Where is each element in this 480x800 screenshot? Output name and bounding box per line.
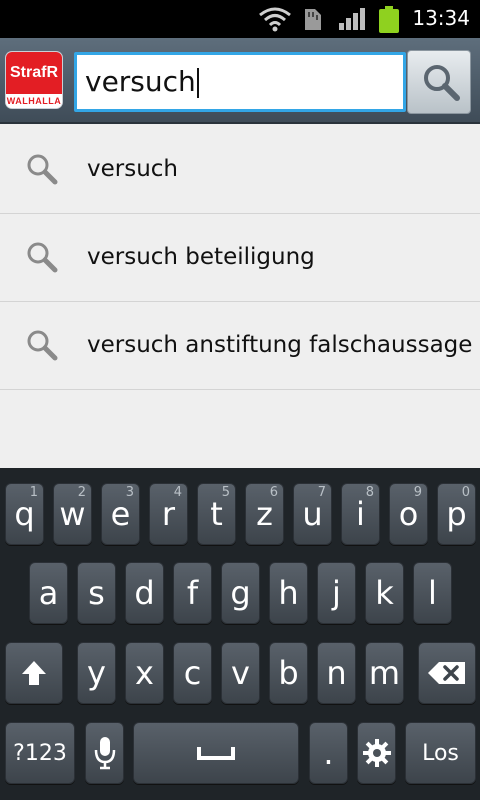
key-j[interactable]: j [317, 562, 356, 624]
key-b[interactable]: b [269, 642, 308, 704]
delete-key[interactable] [418, 642, 476, 704]
shift-arrow-icon [6, 643, 62, 703]
search-icon [24, 239, 60, 279]
search-icon [24, 151, 60, 191]
status-bar: 13:34 [0, 0, 480, 38]
text-caret [196, 68, 199, 98]
mic-key[interactable] [85, 722, 124, 784]
key-g[interactable]: g [221, 562, 260, 624]
search-icon [421, 62, 461, 106]
suggestion-item[interactable]: versuch anstiftung falschaussage [0, 302, 480, 390]
logo-subtext: WALHALLA [6, 94, 62, 108]
suggestion-label: versuch [87, 156, 179, 182]
sd-card-icon [303, 6, 323, 36]
backspace-icon [419, 643, 475, 703]
key-c[interactable]: c [173, 642, 212, 704]
key-z[interactable]: 6z [245, 483, 284, 545]
key-o[interactable]: 9o [389, 483, 428, 545]
symbols-key[interactable]: ?123 [5, 722, 75, 784]
app-logo[interactable]: StrafR WALHALLA [6, 52, 62, 108]
search-input[interactable]: versuch [74, 52, 406, 112]
search-input-value: versuch [85, 65, 196, 98]
shift-key[interactable] [5, 642, 63, 704]
key-n[interactable]: n [317, 642, 356, 704]
key-u[interactable]: 7u [293, 483, 332, 545]
battery-icon [378, 6, 400, 38]
space-icon [134, 723, 298, 783]
key-i[interactable]: 8i [341, 483, 380, 545]
suggestion-label: versuch anstiftung falschaussage [87, 332, 473, 358]
search-bar: StrafR WALHALLA versuch [0, 38, 480, 124]
key-l[interactable]: l [413, 562, 452, 624]
key-m[interactable]: m [365, 642, 404, 704]
key-t[interactable]: 5t [197, 483, 236, 545]
signal-icon [338, 6, 366, 36]
soft-keyboard: 1q 2w 3e 4r 5t 6z 7u 8i 9o 0p a s d f g … [0, 468, 480, 800]
key-a[interactable]: a [29, 562, 68, 624]
search-icon [24, 327, 60, 367]
settings-key[interactable] [357, 722, 396, 784]
wifi-icon [258, 6, 292, 36]
suggestion-label: versuch beteiligung [87, 244, 315, 270]
key-h[interactable]: h [269, 562, 308, 624]
key-p[interactable]: 0p [437, 483, 476, 545]
key-e[interactable]: 3e [101, 483, 140, 545]
key-k[interactable]: k [365, 562, 404, 624]
key-w[interactable]: 2w [53, 483, 92, 545]
suggestion-item[interactable]: versuch beteiligung [0, 214, 480, 302]
key-v[interactable]: v [221, 642, 260, 704]
key-d[interactable]: d [125, 562, 164, 624]
gear-icon [358, 723, 395, 783]
key-f[interactable]: f [173, 562, 212, 624]
microphone-icon [86, 723, 123, 783]
period-key[interactable]: . [309, 722, 348, 784]
key-q[interactable]: 1q [5, 483, 44, 545]
key-s[interactable]: s [77, 562, 116, 624]
suggestion-list: versuch versuch beteiligung versuch anst… [0, 126, 480, 390]
logo-text: StrafR [6, 52, 62, 94]
clock: 13:34 [412, 6, 470, 30]
go-key[interactable]: Los [405, 722, 476, 784]
key-y[interactable]: y [77, 642, 116, 704]
search-button[interactable] [407, 50, 471, 114]
key-r[interactable]: 4r [149, 483, 188, 545]
suggestion-item[interactable]: versuch [0, 126, 480, 214]
space-key[interactable] [133, 722, 299, 784]
key-x[interactable]: x [125, 642, 164, 704]
